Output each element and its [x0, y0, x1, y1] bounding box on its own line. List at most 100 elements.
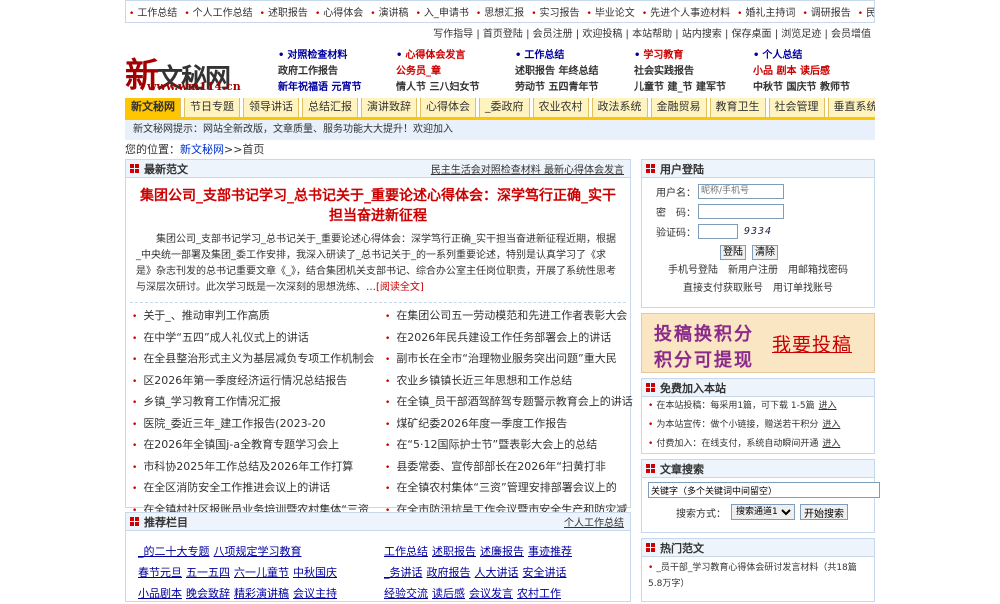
username-input[interactable]	[698, 183, 784, 199]
channel-tab[interactable]: 心得体会	[420, 98, 476, 117]
password-input[interactable]	[698, 203, 784, 219]
reco-link[interactable]: 述廉报告	[480, 545, 524, 558]
latest-list-item[interactable]: 农业乡镇镇长近三年思想和工作总结	[383, 370, 636, 392]
reco-link[interactable]: 五一五四	[186, 566, 230, 579]
channel-tab[interactable]: 领导讲话	[243, 98, 299, 117]
reco-link[interactable]: 人大讲话	[475, 566, 519, 579]
top-nav-item[interactable]: 调研报告	[802, 4, 851, 19]
top-nav-item[interactable]: 心得体会	[315, 4, 363, 19]
hot-keyword-link[interactable]: 劳动节 五四青年节	[515, 80, 634, 96]
clear-button[interactable]: 清除	[752, 245, 778, 260]
reco-link[interactable]: 述职报告	[432, 545, 476, 558]
hot-keyword-link[interactable]: 中秋节 国庆节 教师节	[753, 80, 872, 96]
channel-tab[interactable]: _委政府	[479, 98, 530, 117]
latest-list-item[interactable]: 在全县整治形式主义为基层减负专项工作机制会	[130, 348, 383, 370]
reco-link[interactable]: 经验交流	[384, 587, 428, 600]
latest-list-item[interactable]: 医院_委近三年_建工作报告(2023-20	[130, 413, 383, 435]
freejoin-enter-link[interactable]: 进入	[822, 439, 840, 449]
login-link[interactable]: 新用户注册	[728, 262, 778, 280]
hot-keyword-link[interactable]: 儿童节 建_节 建军节	[634, 80, 753, 96]
contribute-banner[interactable]: 投稿换积分 积分可提现 我要投稿	[641, 313, 875, 373]
reco-link[interactable]: 晚会致辞	[186, 587, 230, 600]
latest-list-item[interactable]: 在集团公司五一劳动模范和先进工作者表彰大会	[383, 305, 636, 327]
latest-list-item[interactable]: 乡镇_学习教育工作情况汇报	[130, 391, 383, 413]
hot-keyword-link[interactable]: 学习教育	[634, 48, 753, 64]
top-nav-item[interactable]: 实习报告	[531, 4, 580, 19]
reco-link[interactable]: 精彩演讲稿	[234, 587, 289, 600]
breadcrumb-home-link[interactable]: 新文秘网	[180, 143, 224, 156]
login-link[interactable]: 手机号登陆	[668, 262, 718, 280]
hot-keyword-link[interactable]: 对照检查材料	[278, 48, 396, 64]
read-more-link[interactable]: [阅读全文]	[376, 282, 424, 293]
reco-link[interactable]: _务讲话	[384, 566, 423, 579]
banner-cta[interactable]: 我要投稿	[772, 330, 852, 357]
top-nav-item[interactable]: 述职报告	[260, 4, 308, 19]
reco-link[interactable]: 政府报告	[427, 566, 471, 579]
channel-tab[interactable]: 金融贸易	[650, 98, 707, 117]
captcha-image[interactable]: 9334	[744, 226, 772, 237]
hot-keyword-link[interactable]: 政府工作报告	[278, 64, 396, 80]
keyword-input[interactable]	[648, 482, 880, 498]
latest-list-item[interactable]: 煤矿纪委2026年度一季度工作报告	[383, 413, 636, 435]
reco-more-link[interactable]: 个人工作总结	[564, 514, 630, 529]
hot-keyword-link[interactable]: 社会实践报告	[634, 64, 753, 80]
latest-more-links[interactable]: 民主生活会对照检查材料 最新心得体会发言	[431, 161, 630, 176]
top-nav-item[interactable]: 入_申请书	[416, 4, 469, 19]
reco-link[interactable]: 六一儿童节	[234, 566, 289, 579]
hot-keyword-link[interactable]: 小品 剧本 读后感	[753, 64, 872, 80]
search-mode-select[interactable]: 搜索通道1	[731, 504, 795, 520]
latest-list-item[interactable]: 在全镇_员干部酒驾醉驾专题警示教育会上的讲话	[383, 391, 636, 413]
reco-link[interactable]: _的二十大专题	[138, 545, 210, 558]
channel-tab[interactable]: 农业农村	[532, 98, 589, 117]
latest-list-item[interactable]: 在全镇农村集体“三资”管理安排部署会议上的	[383, 477, 636, 499]
reco-link[interactable]: 会议主持	[293, 587, 337, 600]
reco-link[interactable]: 小品剧本	[138, 587, 182, 600]
hot-keyword-link[interactable]: 情人节 三八妇女节	[396, 80, 515, 96]
freejoin-enter-link[interactable]: 进入	[822, 420, 840, 430]
latest-list-item[interactable]: 区2026年第一季度经济运行情况总结报告	[130, 370, 383, 392]
captcha-input[interactable]	[698, 223, 738, 239]
login-button[interactable]: 登陆	[720, 245, 746, 260]
login-link[interactable]: 直接支付获取账号	[683, 280, 763, 298]
channel-tab[interactable]: 垂直系统	[827, 98, 875, 117]
reco-link[interactable]: 中秋国庆	[293, 566, 337, 579]
channel-tab[interactable]: 新文秘网	[125, 98, 181, 117]
hot-keyword-link[interactable]: 公务员_章	[396, 64, 515, 80]
hot-keyword-link[interactable]: 个人总结	[753, 48, 872, 64]
channel-tab[interactable]: 节日专题	[184, 98, 240, 117]
channel-tab[interactable]: 教育卫生	[709, 98, 766, 117]
hot-keyword-link[interactable]: 新年祝福语 元宵节	[278, 80, 396, 96]
top-nav-item[interactable]: 毕业论文	[587, 4, 635, 19]
latest-list-item[interactable]: 在2026年民兵建设工作任务部署会上的讲话	[383, 327, 636, 349]
top-nav-item[interactable]: 先进个人事迹材料	[642, 4, 730, 19]
search-button[interactable]: 开始搜索	[800, 504, 848, 520]
channel-tab[interactable]: 政法系统	[591, 98, 648, 117]
login-link[interactable]: 用订单找账号	[773, 280, 833, 298]
channel-tab[interactable]: 总结汇报	[302, 98, 358, 117]
latest-list-item[interactable]: 副市长在全市“治理物业服务突出问题”重大民	[383, 348, 636, 370]
site-logo[interactable]: 新文秘网 www.wm114.cn	[125, 46, 265, 100]
latest-list-item[interactable]: 在2026年全镇国j-a全教育专题学习会上	[130, 434, 383, 456]
latest-list-item[interactable]: 在“5·12国际护士节”暨表彰大会上的总结	[383, 434, 636, 456]
login-link[interactable]: 用邮箱找密码	[788, 262, 848, 280]
hot-keyword-link[interactable]: 工作总结	[515, 48, 634, 64]
top-nav-item[interactable]: 个人工作总结	[184, 4, 253, 19]
latest-list-item[interactable]: 县委常委、宣传部部长在2026年“扫黄打非	[383, 456, 636, 478]
channel-tab[interactable]: 社会管理	[768, 98, 825, 117]
top-nav-item[interactable]: 民主生活会	[858, 4, 874, 19]
latest-list-item[interactable]: 关于_、推动审判工作高质	[130, 305, 383, 327]
top-nav-item[interactable]: 工作总结	[129, 4, 177, 19]
reco-link[interactable]: 会议发言	[469, 587, 513, 600]
hot-keyword-link[interactable]: 述职报告 年终总结	[515, 64, 634, 80]
reco-link[interactable]: 春节元旦	[138, 566, 182, 579]
reco-link[interactable]: 八项规定学习教育	[214, 545, 302, 558]
latest-list-item[interactable]: 在中学“五四”成人礼仪式上的讲话	[130, 327, 383, 349]
reco-link[interactable]: 安全讲话	[523, 566, 567, 579]
top-nav-item[interactable]: 婚礼主持词	[737, 4, 795, 19]
reco-link[interactable]: 事迹推荐	[528, 545, 572, 558]
channel-tab[interactable]: 演讲致辞	[361, 98, 417, 117]
top-nav-item[interactable]: 思想汇报	[476, 4, 524, 19]
hot-article-item[interactable]: _员干部_学习教育心得体会研讨发言材料（共18篇5.8万字）	[642, 557, 874, 592]
headline-article[interactable]: 集团公司_支部书记学习_总书记关于_重要论述心得体会：深学笃行正确_实干担当奋进…	[136, 186, 620, 226]
freejoin-enter-link[interactable]: 进入	[819, 401, 837, 411]
